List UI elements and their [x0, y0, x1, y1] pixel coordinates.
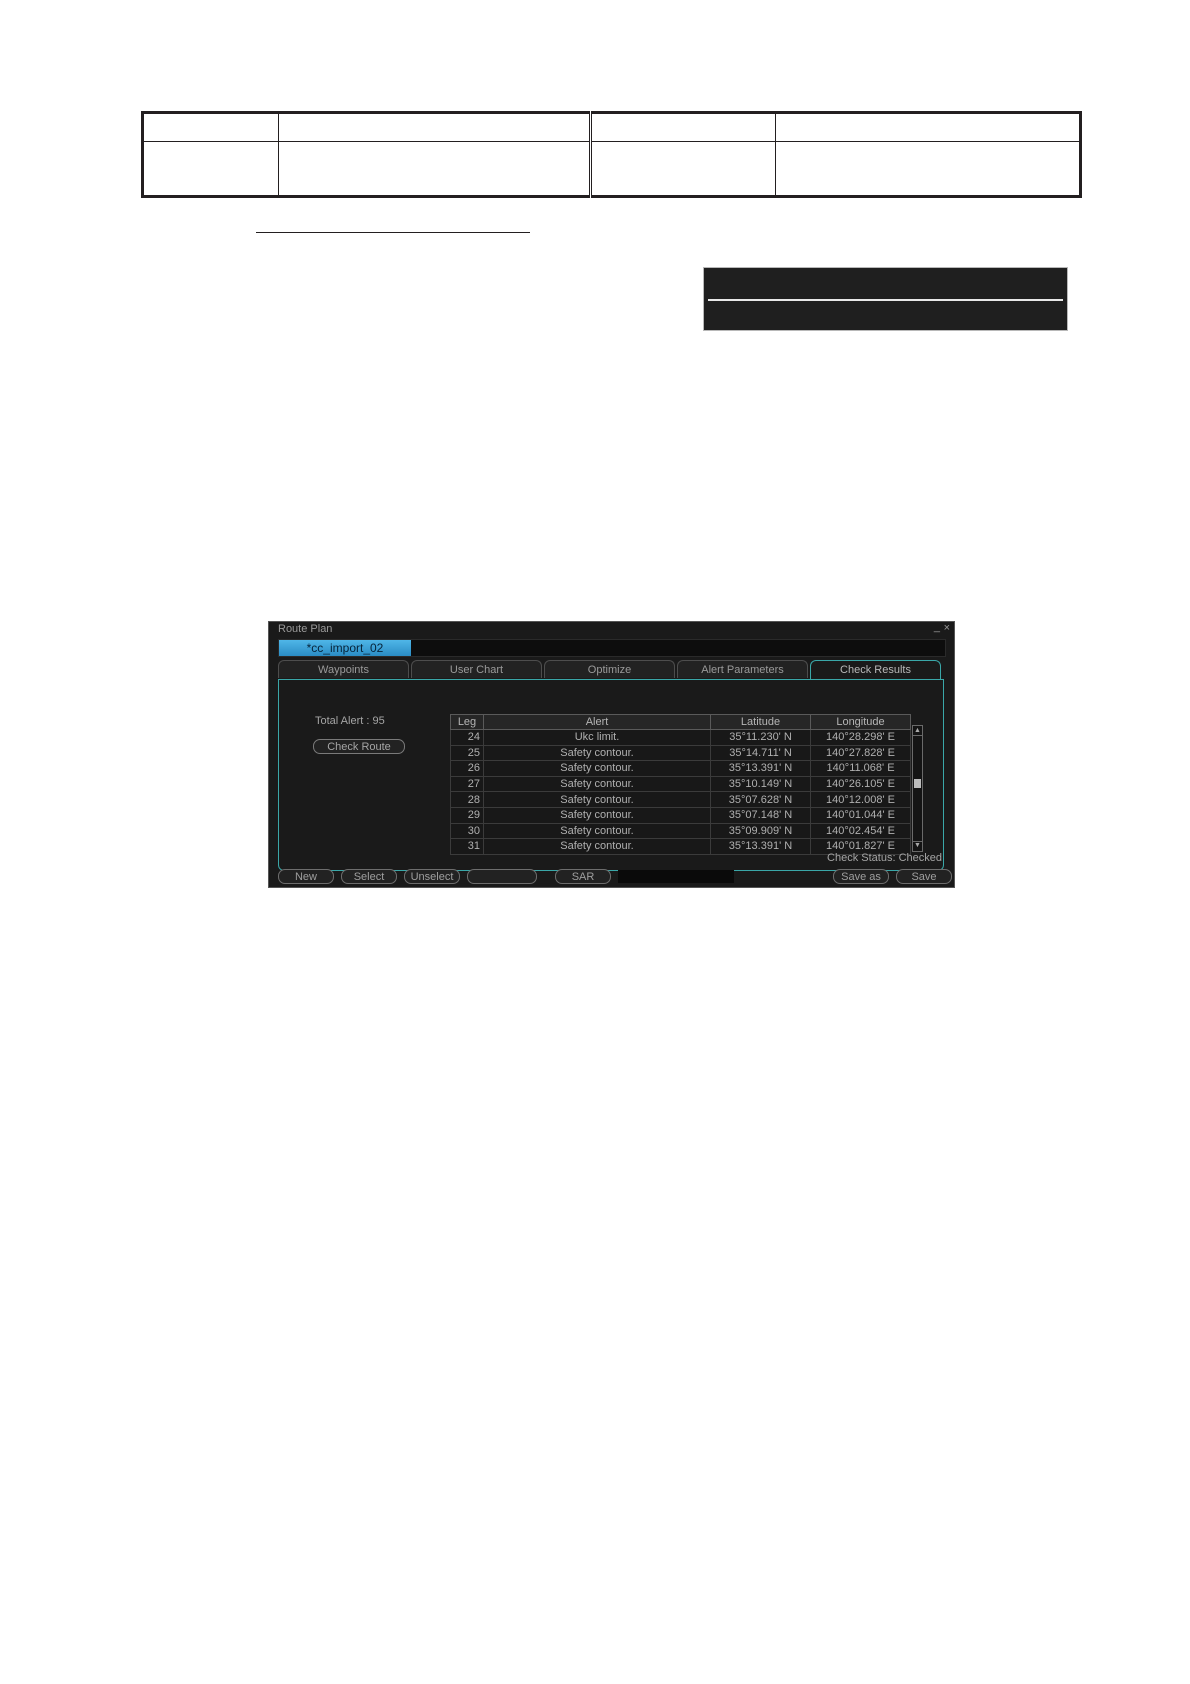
tab-user-chart[interactable]: User Chart [411, 660, 542, 678]
leg-cell: 27 [450, 775, 484, 793]
header-cell [589, 112, 776, 142]
close-icon[interactable]: × [944, 622, 950, 634]
latitude-cell: 35°11.230' N [710, 729, 811, 746]
bottom-button-bar: New Select Unselect SAR Save as Save [278, 869, 952, 885]
minimize-icon[interactable]: _ [934, 621, 940, 633]
check-status-label: Check Status: Checked [827, 852, 942, 864]
table-row[interactable]: 25 Safety contour. 35°14.711' N 140°27.8… [450, 744, 911, 762]
column-header-longitude[interactable]: Longitude [810, 714, 911, 730]
latitude-cell: 35°13.391' N [710, 838, 811, 855]
header-cell [775, 112, 1081, 142]
header-cell [278, 112, 591, 142]
leg-cell: 24 [450, 729, 484, 746]
table-row[interactable]: 29 Safety contour. 35°07.148' N 140°01.0… [450, 806, 911, 824]
leg-cell: 30 [450, 822, 484, 840]
header-table [141, 111, 1082, 198]
alert-cell: Ukc limit. [483, 729, 711, 746]
leg-cell: 25 [450, 744, 484, 762]
save-button[interactable]: Save [896, 869, 952, 884]
table-row[interactable]: 26 Safety contour. 35°13.391' N 140°11.0… [450, 760, 911, 777]
scroll-down-arrow-icon[interactable]: ▼ [913, 841, 922, 850]
banner-stripe [708, 299, 1063, 301]
tab-bar: Waypoints User Chart Optimize Alert Para… [278, 660, 944, 680]
route-selector-bar[interactable]: *cc_import_02 [278, 639, 946, 657]
route-name-tab[interactable]: *cc_import_02 [279, 640, 411, 656]
longitude-cell: 140°11.068' E [810, 760, 911, 777]
longitude-cell: 140°28.298' E [810, 729, 911, 746]
latitude-cell: 35°14.711' N [710, 744, 811, 762]
check-results-panel: Total Alert : 95 Check Route Leg Alert L… [278, 679, 944, 871]
alert-cell: Safety contour. [483, 822, 711, 840]
header-cell [775, 141, 1081, 197]
window-title: Route Plan [278, 623, 333, 635]
scroll-up-arrow-icon[interactable]: ▲ [913, 727, 922, 736]
check-route-button[interactable]: Check Route [313, 739, 405, 754]
column-header-alert[interactable]: Alert [483, 714, 711, 730]
table-row[interactable]: 30 Safety contour. 35°09.909' N 140°02.4… [450, 822, 911, 840]
tab-waypoints[interactable]: Waypoints [278, 660, 409, 678]
alert-cell: Safety contour. [483, 775, 711, 793]
save-as-button[interactable]: Save as [833, 869, 889, 884]
tab-alert-parameters[interactable]: Alert Parameters [677, 660, 808, 678]
longitude-cell: 140°02.454' E [810, 822, 911, 840]
route-plan-window: Route Plan _ × *cc_import_02 Waypoints U… [268, 621, 955, 888]
longitude-cell: 140°12.008' E [810, 791, 911, 808]
new-button[interactable]: New [278, 869, 334, 884]
alert-table-scrollbar[interactable]: ▲ ▼ [912, 725, 923, 852]
column-header-latitude[interactable]: Latitude [710, 714, 811, 730]
leg-cell: 29 [450, 806, 484, 824]
select-button[interactable]: Select [341, 869, 397, 884]
latitude-cell: 35°07.628' N [710, 791, 811, 808]
alert-cell: Safety contour. [483, 744, 711, 762]
total-alert-label: Total Alert : 95 [315, 715, 385, 727]
header-cell [142, 112, 279, 142]
alert-table: Leg Alert Latitude Longitude 24 Ukc limi… [450, 714, 911, 855]
alert-cell: Safety contour. [483, 760, 711, 777]
status-field [618, 870, 734, 883]
alert-cell: Safety contour. [483, 791, 711, 808]
column-header-leg[interactable]: Leg [450, 714, 484, 730]
header-cell [278, 141, 591, 197]
header-cell [142, 141, 279, 197]
sar-button[interactable]: SAR [555, 869, 611, 884]
tab-optimize[interactable]: Optimize [544, 660, 675, 678]
leg-cell: 31 [450, 838, 484, 855]
table-row[interactable]: 27 Safety contour. 35°10.149' N 140°26.1… [450, 775, 911, 793]
longitude-cell: 140°01.044' E [810, 806, 911, 824]
blank-button[interactable] [467, 869, 537, 884]
unselect-button[interactable]: Unselect [404, 869, 460, 884]
leg-cell: 28 [450, 791, 484, 808]
table-row[interactable]: 28 Safety contour. 35°07.628' N 140°12.0… [450, 791, 911, 808]
dark-banner [704, 268, 1067, 330]
table-row[interactable]: 24 Ukc limit. 35°11.230' N 140°28.298' E [450, 729, 911, 746]
latitude-cell: 35°13.391' N [710, 760, 811, 777]
section-underline [256, 232, 530, 233]
scroll-thumb[interactable] [914, 779, 921, 788]
tab-check-results[interactable]: Check Results [810, 660, 941, 680]
alert-cell: Safety contour. [483, 806, 711, 824]
longitude-cell: 140°27.828' E [810, 744, 911, 762]
leg-cell: 26 [450, 760, 484, 777]
alert-cell: Safety contour. [483, 838, 711, 855]
longitude-cell: 140°26.105' E [810, 775, 911, 793]
latitude-cell: 35°07.148' N [710, 806, 811, 824]
header-cell [589, 141, 776, 197]
latitude-cell: 35°10.149' N [710, 775, 811, 793]
latitude-cell: 35°09.909' N [710, 822, 811, 840]
